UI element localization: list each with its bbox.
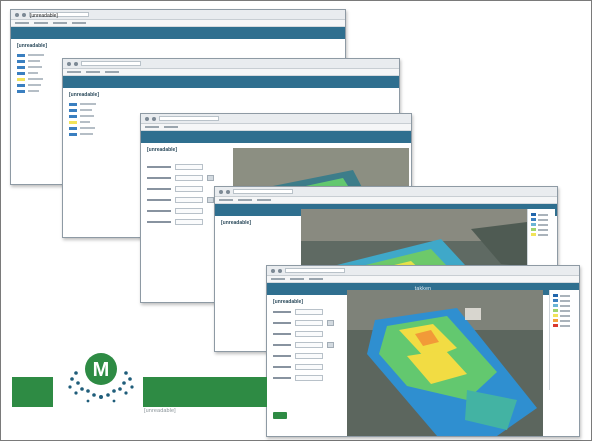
back-icon[interactable] [271,268,275,273]
svg-text:M: M [93,359,110,381]
window-chrome [267,266,579,276]
address-bar[interactable] [233,189,293,194]
input-field[interactable] [175,185,203,192]
address-bar[interactable] [285,268,345,273]
input-field[interactable] [175,174,203,181]
input-field[interactable] [295,363,323,370]
brand-bar-left [12,377,53,407]
forward-icon[interactable] [152,116,156,121]
option-button[interactable] [327,341,334,348]
menu-bar [11,20,345,27]
input-field[interactable] [295,319,323,326]
back-icon[interactable] [219,189,223,194]
forward-icon[interactable] [226,189,230,194]
app-header [11,27,345,39]
window-chrome [215,187,557,197]
input-field[interactable] [295,374,323,381]
brand-bar-right [143,377,267,407]
back-icon[interactable] [67,61,71,66]
forward-icon[interactable] [22,12,26,17]
app-header [141,131,411,143]
app-header [63,76,399,88]
input-field[interactable] [175,218,203,225]
back-icon[interactable] [145,116,149,121]
menu-bar [63,69,399,76]
input-field[interactable] [295,341,323,348]
menu-bar [267,276,579,283]
page-title: [unreadable] [17,43,48,49]
window-chrome [63,59,399,69]
map-view[interactable] [347,290,543,436]
menu-bar [141,124,411,131]
map-legend [549,290,579,390]
input-field[interactable] [295,352,323,359]
save-button[interactable] [273,412,287,419]
window-chrome [141,114,411,124]
input-field[interactable] [175,163,203,170]
input-field[interactable] [175,196,203,203]
settings-form [141,159,220,229]
option-button[interactable] [327,319,334,326]
menu-bar [215,197,557,204]
address-bar[interactable]: [unreadable] [29,12,89,19]
input-field[interactable] [175,207,203,214]
forward-icon[interactable] [278,268,282,273]
page-title: [unreadable] [69,92,100,98]
footer-caption: [unreadable] [144,408,176,414]
window-chrome: [unreadable] [11,10,345,20]
back-icon[interactable] [15,12,19,17]
forward-icon[interactable] [74,61,78,66]
browser-window-5: takken [unreadable] [266,265,580,437]
address-bar[interactable] [159,116,219,121]
input-field[interactable] [295,330,323,337]
brand-logo-icon: M [68,353,134,403]
aerial-map [347,290,543,436]
option-button[interactable] [207,174,214,181]
settings-form [267,304,340,385]
input-field[interactable] [295,308,323,315]
address-bar[interactable] [81,61,141,66]
option-button[interactable] [207,196,214,203]
